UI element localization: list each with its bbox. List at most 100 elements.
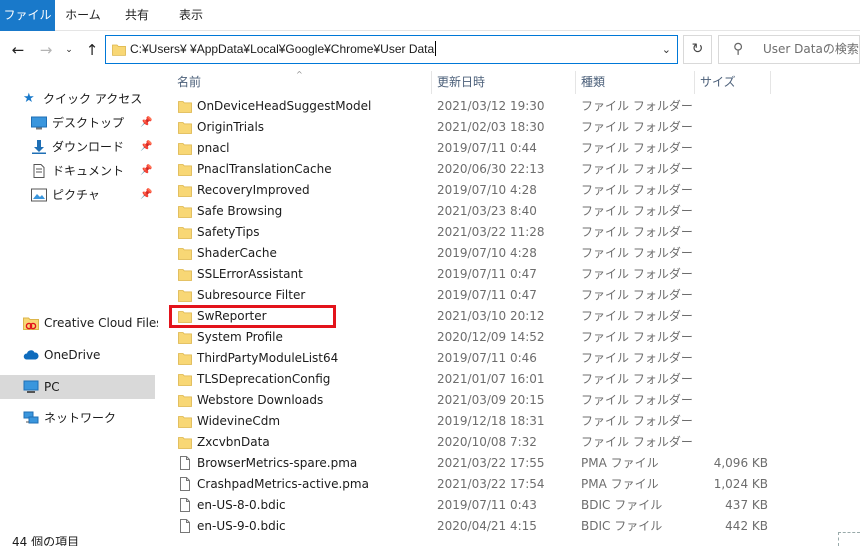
folder-icon	[178, 143, 192, 155]
folder-icon	[178, 101, 192, 113]
file-date: 2021/03/22 17:55	[437, 456, 545, 470]
file-type: PMA ファイル	[581, 456, 659, 470]
chevron-down-icon: ⌄	[661, 43, 671, 56]
nav-item-documents[interactable]: ドキュメント 📌	[0, 159, 155, 183]
chevron-down-icon: ⌄	[65, 45, 73, 55]
folder-icon	[178, 437, 192, 449]
pin-icon[interactable]: 📌	[140, 183, 152, 207]
address-bar[interactable]: C:¥Users¥ ¥AppData¥Local¥Google¥Chrome¥U…	[105, 35, 678, 64]
nav-pc[interactable]: PC	[0, 375, 155, 399]
column-separator[interactable]	[575, 71, 576, 94]
file-row[interactable]: ShaderCache 2019/07/10 4:28 ファイル フォルダー	[166, 243, 746, 264]
pin-icon[interactable]: 📌	[140, 111, 152, 135]
folder-icon	[178, 185, 192, 197]
file-date: 2021/03/12 19:30	[437, 99, 545, 113]
forward-button[interactable]: →	[36, 39, 56, 61]
file-row[interactable]: OnDeviceHeadSuggestModel 2021/03/12 19:30…	[166, 96, 746, 117]
file-date: 2021/03/10 20:12	[437, 309, 545, 323]
column-separator[interactable]	[694, 71, 695, 94]
up-button[interactable]: ↑	[82, 39, 102, 61]
file-row[interactable]: OriginTrials 2021/02/03 18:30 ファイル フォルダー	[166, 117, 746, 138]
folder-icon	[178, 122, 192, 134]
file-row[interactable]: System Profile 2020/12/09 14:52 ファイル フォルダー	[166, 327, 746, 348]
file-name: TLSDeprecationConfig	[197, 372, 331, 386]
file-row[interactable]: WidevineCdm 2019/12/18 18:31 ファイル フォルダー	[166, 411, 746, 432]
file-name: OriginTrials	[197, 120, 265, 134]
pin-icon[interactable]: 📌	[140, 159, 152, 183]
file-size	[648, 306, 768, 327]
tab-file[interactable]: ファイル	[0, 0, 55, 31]
text-caret	[435, 41, 437, 56]
file-row[interactable]: Webstore Downloads 2021/03/09 20:15 ファイル フ…	[166, 390, 746, 411]
column-separator[interactable]	[431, 71, 432, 94]
file-row[interactable]: en-US-8-0.bdic 2019/07/11 0:43 BDIC ファイル 43…	[166, 495, 768, 516]
creative-cloud-folder-icon	[23, 317, 39, 330]
file-row[interactable]: Subresource Filter 2019/07/11 0:47 ファイル フォ…	[166, 285, 746, 306]
file-date: 2019/07/10 4:28	[437, 183, 537, 197]
network-icon	[23, 411, 39, 424]
file-row[interactable]: ThirdPartyModuleList64 2019/07/11 0:46 ファイ…	[166, 348, 746, 369]
file-name: BrowserMetrics-spare.pma	[197, 456, 358, 470]
file-date: 2019/07/10 4:28	[437, 246, 537, 260]
column-header-type[interactable]: 種類	[581, 69, 605, 96]
navigation-pane: ★ クイック アクセス デスクトップ 📌 ダウンロード 📌 ドキュメント 📌 ピ…	[0, 69, 163, 546]
file-name: en-US-8-0.bdic	[197, 498, 286, 512]
file-row[interactable]: BrowserMetrics-spare.pma 2021/03/22 17:55…	[166, 453, 768, 474]
file-row[interactable]: RecoveryImproved 2019/07/10 4:28 ファイル フォルダ…	[166, 180, 746, 201]
file-row[interactable]: TLSDeprecationConfig 2021/01/07 16:01 ファイル…	[166, 369, 746, 390]
search-input[interactable]: ⚲ User Dataの検索	[718, 35, 860, 64]
file-name: OnDeviceHeadSuggestModel	[197, 99, 372, 113]
arrow-left-icon: ←	[11, 41, 25, 59]
tab-share[interactable]: 共有	[112, 0, 162, 31]
pin-icon[interactable]: 📌	[140, 135, 152, 159]
file-row[interactable]: SSLErrorAssistant 2019/07/11 0:47 ファイル フォル…	[166, 264, 746, 285]
tab-view[interactable]: 表示	[166, 0, 216, 31]
nav-item-pictures[interactable]: ピクチャ 📌	[0, 183, 155, 207]
column-separator[interactable]	[770, 71, 771, 94]
file-name: SafetyTips	[197, 225, 260, 239]
refresh-icon: ↻	[691, 41, 704, 57]
file-size	[648, 96, 768, 117]
tab-home[interactable]: ホーム	[58, 0, 108, 31]
nav-item-desktop[interactable]: デスクトップ 📌	[0, 111, 155, 135]
file-date: 2021/01/07 16:01	[437, 372, 545, 386]
file-size	[648, 201, 768, 222]
file-row[interactable]: Safe Browsing 2021/03/23 8:40 ファイル フォルダー	[166, 201, 746, 222]
file-name: ThirdPartyModuleList64	[197, 351, 339, 365]
back-button[interactable]: ←	[8, 39, 28, 61]
file-row[interactable]: pnacl 2019/07/11 0:44 ファイル フォルダー	[166, 138, 746, 159]
file-row[interactable]: SafetyTips 2021/03/22 11:28 ファイル フォルダー	[166, 222, 746, 243]
file-row[interactable]: en-US-9-0.bdic 2020/04/21 4:15 BDIC ファイル 44…	[166, 516, 768, 537]
nav-quick-access[interactable]: ★ クイック アクセス	[0, 87, 155, 111]
nav-label: デスクトップ	[52, 116, 125, 130]
nav-label: クイック アクセス	[43, 92, 143, 106]
nav-network[interactable]: ネットワーク	[0, 406, 155, 430]
recent-locations-button[interactable]: ⌄	[62, 39, 76, 61]
file-row[interactable]: PnaclTranslationCache 2020/06/30 22:13 ファイ…	[166, 159, 746, 180]
nav-creative-cloud[interactable]: Creative Cloud Files	[0, 311, 163, 335]
column-header-date[interactable]: 更新日時	[437, 69, 485, 96]
file-row[interactable]: CrashpadMetrics-active.pma 2021/03/22 17:…	[166, 474, 768, 495]
file-name: Subresource Filter	[197, 288, 306, 302]
column-header-size[interactable]: サイズ	[700, 69, 736, 96]
nav-label: Creative Cloud Files	[44, 316, 163, 330]
file-name: Safe Browsing	[197, 204, 283, 218]
file-name: ZxcvbnData	[197, 435, 270, 449]
column-header-name[interactable]: 名前	[177, 69, 201, 96]
file-name: Webstore Downloads	[197, 393, 324, 407]
file-icon	[180, 477, 190, 491]
refresh-button[interactable]: ↻	[683, 35, 712, 64]
nav-item-downloads[interactable]: ダウンロード 📌	[0, 135, 155, 159]
file-row[interactable]: ZxcvbnData 2020/10/08 7:32 ファイル フォルダー	[166, 432, 746, 453]
nav-label: ダウンロード	[52, 140, 125, 154]
folder-icon	[178, 227, 192, 239]
folder-icon	[178, 206, 192, 218]
nav-onedrive[interactable]: OneDrive	[0, 343, 155, 367]
file-size	[648, 138, 768, 159]
file-size: 437 KB	[725, 498, 768, 512]
file-size	[648, 264, 768, 285]
nav-label: PC	[44, 380, 60, 394]
file-size	[648, 369, 768, 390]
address-dropdown-button[interactable]: ⌄	[662, 36, 671, 63]
address-path[interactable]: C:¥Users¥ ¥AppData¥Local¥Google¥Chrome¥U…	[130, 36, 437, 63]
